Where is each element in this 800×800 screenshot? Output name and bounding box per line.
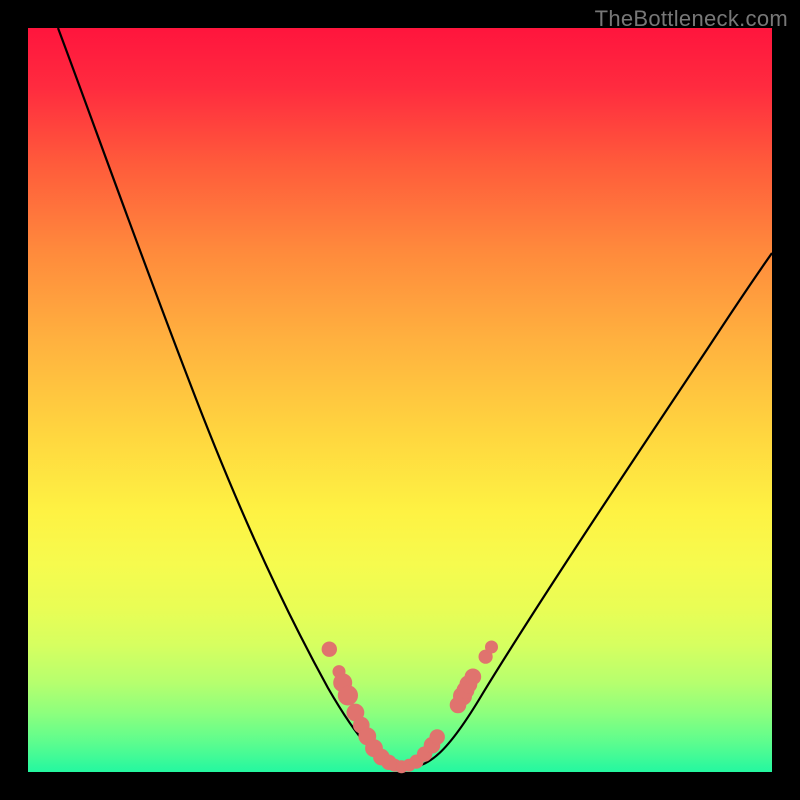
curve-marker [430, 730, 444, 744]
watermark-text: TheBottleneck.com [595, 6, 788, 32]
chart-frame [28, 28, 772, 772]
bottleneck-curve [58, 28, 772, 767]
marker-group [322, 641, 497, 773]
curve-marker [338, 686, 357, 705]
curve-marker [322, 642, 336, 656]
curve-marker [465, 669, 481, 685]
curve-marker [486, 641, 498, 653]
chart-svg [28, 28, 772, 772]
